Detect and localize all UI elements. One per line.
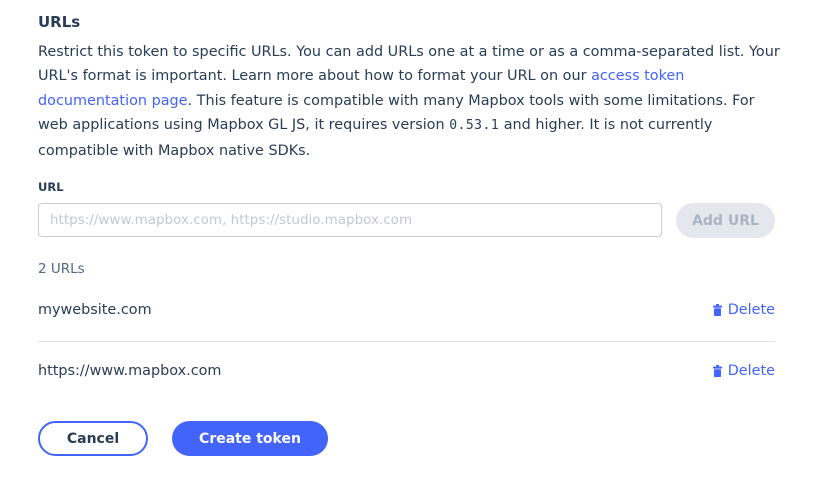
url-count: 2 URLs [38,261,85,277]
url-text: https://www.mapbox.com [38,363,222,379]
url-field-label: URL [38,180,64,194]
delete-url-button[interactable]: Delete [712,361,775,381]
delete-label: Delete [727,302,775,318]
gl-js-version-code: 0.53.1 [449,118,500,134]
create-token-button[interactable]: Create token [172,421,328,456]
section-title: URLs [38,13,81,31]
url-list-item: mywebsite.com Delete [38,281,775,342]
url-input[interactable] [38,203,662,237]
url-list-item: https://www.mapbox.com Delete [38,342,775,402]
delete-label: Delete [727,363,775,379]
section-description: Restrict this token to specific URLs. Yo… [38,40,780,163]
delete-url-button[interactable]: Delete [712,300,775,320]
url-list: mywebsite.com Delete https://www.mapbox.… [38,281,775,402]
url-text: mywebsite.com [38,302,152,318]
cancel-button[interactable]: Cancel [38,421,148,456]
trash-icon [712,365,722,377]
trash-icon [712,304,722,316]
add-url-button[interactable]: Add URL [676,203,775,238]
